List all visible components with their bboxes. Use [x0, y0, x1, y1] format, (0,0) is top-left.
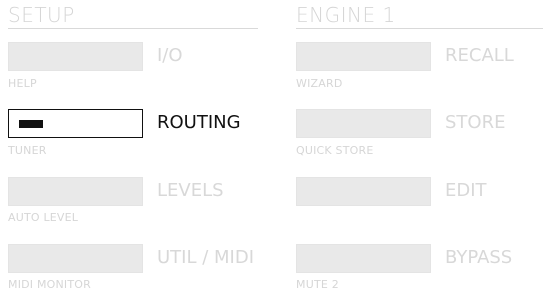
bypass-button[interactable]: [296, 244, 431, 273]
midi-monitor-label: MIDI MONITOR: [8, 278, 91, 291]
store-label: STORE: [445, 112, 506, 133]
util-midi-label: UTIL / MIDI: [157, 247, 255, 268]
help-label: HELP: [8, 77, 37, 90]
tuner-label: TUNER: [8, 144, 47, 157]
bypass-label: BYPASS: [445, 247, 513, 268]
wizard-label: WIZARD: [296, 77, 343, 90]
levels-label: LEVELS: [157, 180, 224, 201]
setup-title: SETUP: [8, 3, 75, 27]
edit-label: EDIT: [445, 180, 487, 201]
recall-button[interactable]: [296, 42, 431, 71]
io-button[interactable]: [8, 42, 143, 71]
store-button[interactable]: [296, 109, 431, 138]
quick-store-label: QUICK STORE: [296, 144, 374, 157]
auto-level-label: AUTO LEVEL: [8, 211, 79, 224]
engine-divider: [296, 28, 543, 29]
setup-divider: [8, 28, 258, 29]
io-label: I/O: [157, 45, 183, 66]
routing-label: ROUTING: [157, 112, 241, 133]
mute-2-label: MUTE 2: [296, 278, 339, 291]
recall-label: RECALL: [445, 45, 514, 66]
engine-title: ENGINE 1: [296, 3, 396, 27]
routing-button[interactable]: [8, 109, 143, 138]
edit-button[interactable]: [296, 177, 431, 206]
util-midi-button[interactable]: [8, 244, 143, 273]
active-indicator: [19, 120, 43, 128]
levels-button[interactable]: [8, 177, 143, 206]
